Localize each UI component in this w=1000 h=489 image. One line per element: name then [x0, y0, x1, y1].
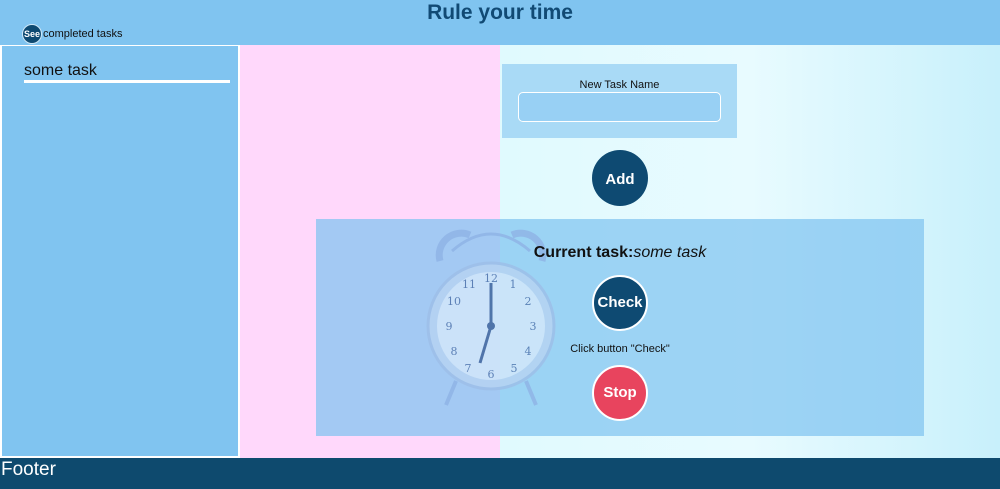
stop-button[interactable]: Stop: [592, 365, 648, 421]
check-button[interactable]: Check: [592, 275, 648, 331]
current-task-key: Current task:: [533, 244, 634, 261]
completed-tasks-toggle: See completed tasks: [22, 23, 122, 44]
new-task-form: New Task Name: [502, 64, 737, 138]
list-item[interactable]: some task: [24, 63, 230, 83]
current-task-panel: 12 1 2 3 4 5 6 7 8 9 10 11 Current task:…: [316, 219, 924, 436]
footer: Footer: [0, 458, 1000, 489]
svg-text:9: 9: [446, 320, 453, 333]
page-title: Rule your time: [427, 1, 573, 24]
header: Rule your time See completed tasks: [0, 0, 1000, 45]
main-area: New Task Name Add 12 1 2 3 4 5 6 7 8 9 1…: [240, 45, 1000, 458]
svg-text:7: 7: [465, 362, 472, 375]
add-button[interactable]: Add: [592, 150, 648, 206]
svg-text:1: 1: [510, 278, 517, 291]
svg-text:2: 2: [525, 295, 532, 308]
footer-text: Footer: [1, 459, 56, 480]
svg-text:6: 6: [488, 368, 495, 381]
svg-text:5: 5: [511, 362, 518, 375]
new-task-label: New Task Name: [579, 79, 660, 91]
svg-text:10: 10: [447, 295, 461, 308]
svg-text:11: 11: [462, 278, 476, 291]
svg-text:3: 3: [530, 320, 537, 333]
check-hint: Click button "Check": [570, 343, 670, 355]
new-task-input[interactable]: [518, 92, 721, 122]
completed-tasks-label: completed tasks: [43, 27, 123, 40]
task-list-sidebar: some task: [0, 45, 240, 458]
see-completed-button[interactable]: See: [22, 23, 42, 44]
current-task-name: some task: [633, 244, 707, 261]
current-task-label: Current task:some task: [316, 244, 924, 262]
